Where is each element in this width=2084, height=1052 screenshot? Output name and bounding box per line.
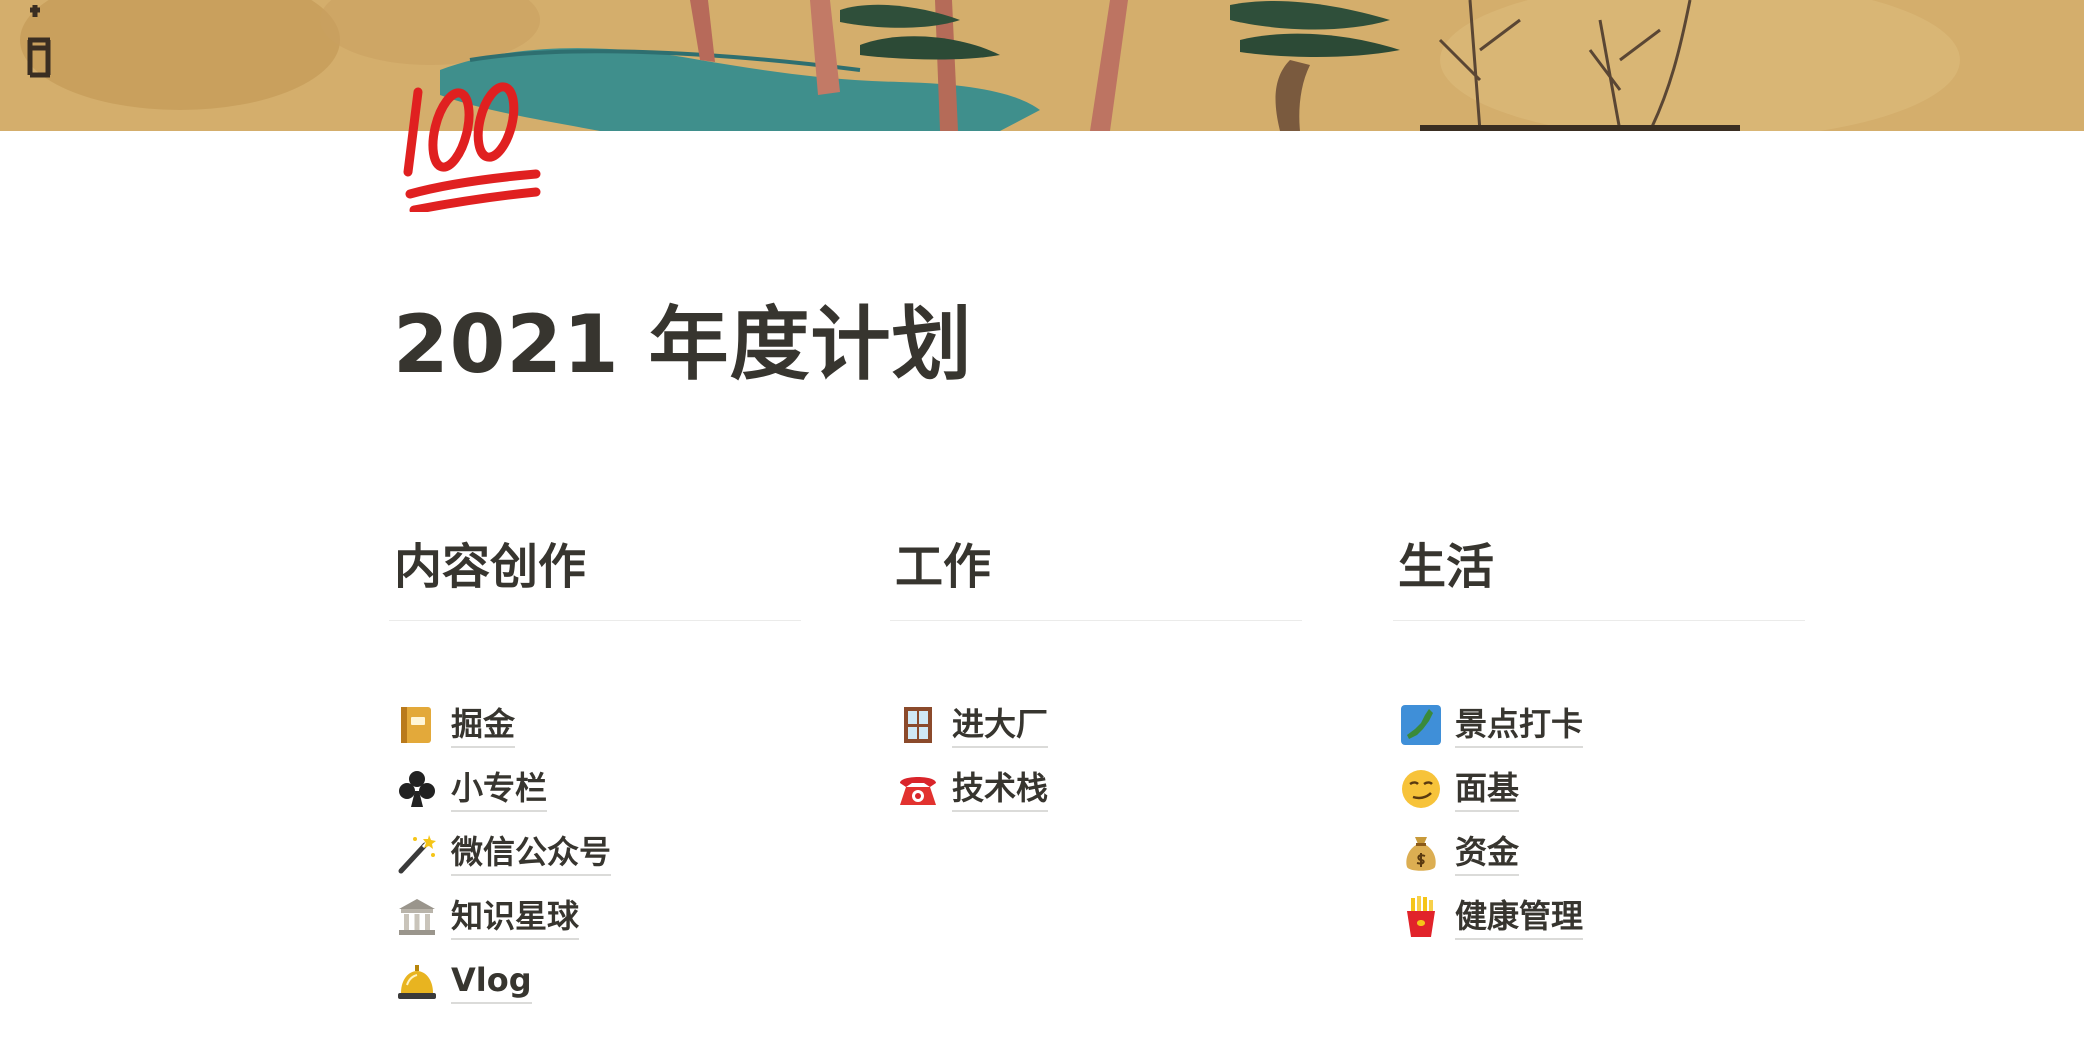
page-link-health[interactable]: 健康管理 bbox=[1393, 885, 1805, 949]
page-cover[interactable] bbox=[0, 0, 2084, 131]
money-bag-icon bbox=[1399, 831, 1443, 875]
page-link-label: 微信公众号 bbox=[451, 830, 612, 876]
page-link-label: 景点打卡 bbox=[1455, 702, 1584, 748]
cover-landscape-art bbox=[0, 0, 2084, 131]
column-heading[interactable]: 工作 bbox=[890, 530, 1302, 621]
page-link-juejin[interactable]: 掘金 bbox=[389, 693, 801, 757]
page-link-sightseeing[interactable]: 景点打卡 bbox=[1393, 693, 1805, 757]
column-content-creation: 内容创作 掘金 小专栏 微信公众号 知识星球 Vlog bbox=[389, 530, 801, 1013]
page-link-label: 进大厂 bbox=[952, 702, 1049, 748]
hundred-points-emoji[interactable] bbox=[396, 52, 556, 215]
bellhop-bell-icon bbox=[395, 959, 439, 1003]
page-link-tech-stack[interactable]: 技术栈 bbox=[890, 757, 1302, 821]
page-link-xiaozhuanlan[interactable]: 小专栏 bbox=[389, 757, 801, 821]
column-heading[interactable]: 内容创作 bbox=[389, 530, 801, 621]
classical-building-icon bbox=[395, 895, 439, 939]
column-life: 生活 景点打卡 面基 资金 健康管理 bbox=[1393, 530, 1805, 949]
page-link-meetup[interactable]: 面基 bbox=[1393, 757, 1805, 821]
french-fries-icon bbox=[1399, 895, 1443, 939]
page-link-label: 小专栏 bbox=[451, 766, 548, 812]
link-list: 进大厂 技术栈 bbox=[890, 693, 1302, 821]
club-suit-icon bbox=[395, 767, 439, 811]
page-link-big-company[interactable]: 进大厂 bbox=[890, 693, 1302, 757]
link-list: 掘金 小专栏 微信公众号 知识星球 Vlog bbox=[389, 693, 801, 1013]
page-link-knowledge-planet[interactable]: 知识星球 bbox=[389, 885, 801, 949]
page-link-label: 掘金 bbox=[451, 702, 516, 748]
telephone-icon bbox=[896, 767, 940, 811]
page-link-label: 健康管理 bbox=[1455, 894, 1584, 940]
page-link-label: 知识星球 bbox=[451, 894, 580, 940]
page-link-funds[interactable]: 资金 bbox=[1393, 821, 1805, 885]
column-work: 工作 进大厂 技术栈 bbox=[890, 530, 1302, 821]
page-link-vlog[interactable]: Vlog bbox=[389, 949, 801, 1013]
page-link-label: Vlog bbox=[451, 958, 532, 1004]
page-link-label: 技术栈 bbox=[952, 766, 1049, 812]
page-link-label: 面基 bbox=[1455, 766, 1520, 812]
ledger-icon bbox=[395, 703, 439, 747]
magic-wand-icon bbox=[395, 831, 439, 875]
column-heading[interactable]: 生活 bbox=[1393, 530, 1805, 621]
hundred-points-icon bbox=[403, 82, 541, 215]
smirking-face-icon bbox=[1399, 767, 1443, 811]
link-list: 景点打卡 面基 资金 健康管理 bbox=[1393, 693, 1805, 949]
page-title[interactable]: 2021 年度计划 bbox=[393, 280, 973, 396]
window-icon bbox=[896, 703, 940, 747]
page-link-label: 资金 bbox=[1455, 830, 1520, 876]
map-of-japan-icon bbox=[1399, 703, 1443, 747]
page-link-wechat-official-account[interactable]: 微信公众号 bbox=[389, 821, 801, 885]
